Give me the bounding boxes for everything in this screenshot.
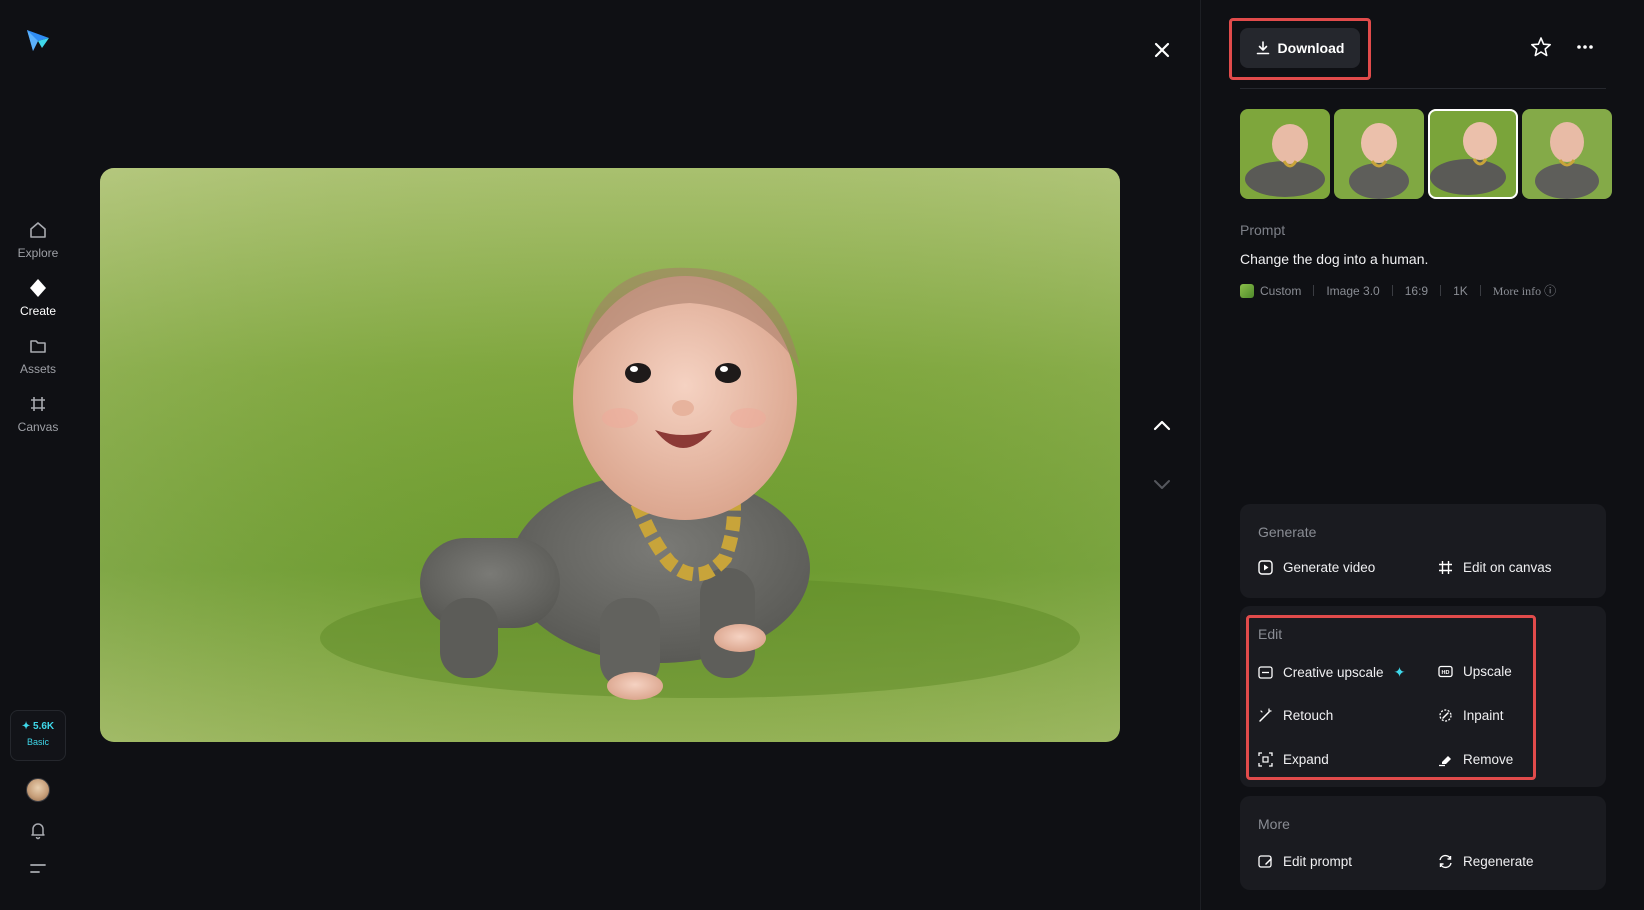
generate-card: Generate Generate video Edit on canvas: [1240, 504, 1606, 598]
thumbnail-image: [1522, 109, 1612, 199]
meta-model: Image 3.0: [1326, 283, 1380, 298]
sidebar-item-label: Explore: [17, 246, 59, 260]
edit-prompt-button[interactable]: Edit prompt: [1258, 854, 1352, 869]
credits-badge[interactable]: ✦ 5.6K Basic: [10, 710, 66, 761]
star-icon[interactable]: [1530, 36, 1552, 58]
panel-divider: [1200, 0, 1201, 910]
thumbnail-image: [1334, 109, 1424, 199]
crop-icon: [1439, 561, 1452, 574]
chevron-down-icon[interactable]: [1150, 472, 1174, 496]
credits-amount: ✦ 5.6K: [21, 721, 55, 732]
bell-icon[interactable]: [28, 820, 48, 840]
more-card: More Edit prompt Regenerate: [1240, 796, 1606, 890]
app-logo-icon[interactable]: [24, 26, 52, 54]
folder-icon: [30, 340, 46, 353]
meta-separator: [1313, 285, 1315, 296]
thumbnail-2[interactable]: [1334, 109, 1424, 199]
meta-ratio: 16:9: [1404, 283, 1429, 298]
sidebar-item-label: Assets: [19, 362, 56, 376]
generate-video-button[interactable]: Generate video: [1258, 560, 1375, 575]
menu-icon[interactable]: [30, 862, 46, 876]
meta-separator: [1479, 285, 1481, 296]
sidebar-item-assets[interactable]: Assets: [0, 336, 76, 376]
sidebar-item-create[interactable]: Create: [0, 278, 76, 318]
prompt-label: Prompt: [1240, 222, 1286, 238]
meta-separator: [1391, 285, 1393, 296]
thumbnail-3[interactable]: [1428, 109, 1518, 199]
meta-separator: [1440, 285, 1442, 296]
crop-icon: [31, 397, 45, 411]
thumbnail-4[interactable]: [1522, 109, 1612, 199]
diamond-icon: [30, 279, 46, 297]
download-button[interactable]: Download: [1240, 28, 1360, 68]
edit-prompt-label: Edit prompt: [1283, 854, 1353, 869]
more-options-icon[interactable]: [1574, 36, 1596, 58]
refresh-icon: [1439, 854, 1452, 869]
sidebar-item-label: Create: [19, 304, 57, 318]
more-title: More: [1258, 816, 1290, 832]
chevron-up-icon[interactable]: [1150, 414, 1174, 438]
regenerate-label: Regenerate: [1463, 854, 1534, 869]
meta-style: Custom: [1260, 283, 1302, 298]
edit-highlight-box: [1246, 615, 1536, 780]
edit-on-canvas-label: Edit on canvas: [1463, 560, 1552, 575]
main-generated-image[interactable]: [100, 168, 1120, 742]
sidebar-item-canvas[interactable]: Canvas: [0, 394, 76, 434]
custom-style-icon: [1240, 283, 1254, 298]
edit-on-canvas-button[interactable]: Edit on canvas: [1438, 560, 1552, 575]
sidebar-item-explore[interactable]: Explore: [0, 220, 76, 260]
edit-prompt-icon: [1258, 855, 1272, 868]
regenerate-button[interactable]: Regenerate: [1438, 854, 1534, 869]
sidebar-item-label: Canvas: [17, 420, 59, 434]
baby-on-grass-image: [100, 168, 1120, 742]
play-icon: [1258, 560, 1273, 575]
avatar[interactable]: [26, 778, 50, 802]
more-info-link[interactable]: More info ⓘ: [1493, 282, 1556, 299]
generate-title: Generate: [1258, 524, 1317, 540]
credits-plan: Basic: [26, 737, 49, 747]
thumbnail-image: [1240, 109, 1330, 199]
meta-resolution: 1K: [1453, 283, 1468, 298]
download-icon: [1256, 41, 1269, 55]
prompt-text: Change the dog into a human.: [1240, 251, 1429, 267]
generation-meta: Custom Image 3.0 16:9 1K More info ⓘ: [1240, 282, 1556, 299]
thumbnail-image: [1428, 109, 1518, 199]
close-icon[interactable]: [1148, 36, 1176, 64]
thumbnail-1[interactable]: [1240, 109, 1330, 199]
home-icon: [30, 222, 46, 238]
download-label: Download: [1277, 40, 1345, 56]
generate-video-label: Generate video: [1283, 560, 1376, 575]
left-sidebar: Explore Create Assets Canvas ✦ 5.6K Basi…: [0, 0, 76, 910]
panel-header-divider: [1240, 88, 1606, 89]
